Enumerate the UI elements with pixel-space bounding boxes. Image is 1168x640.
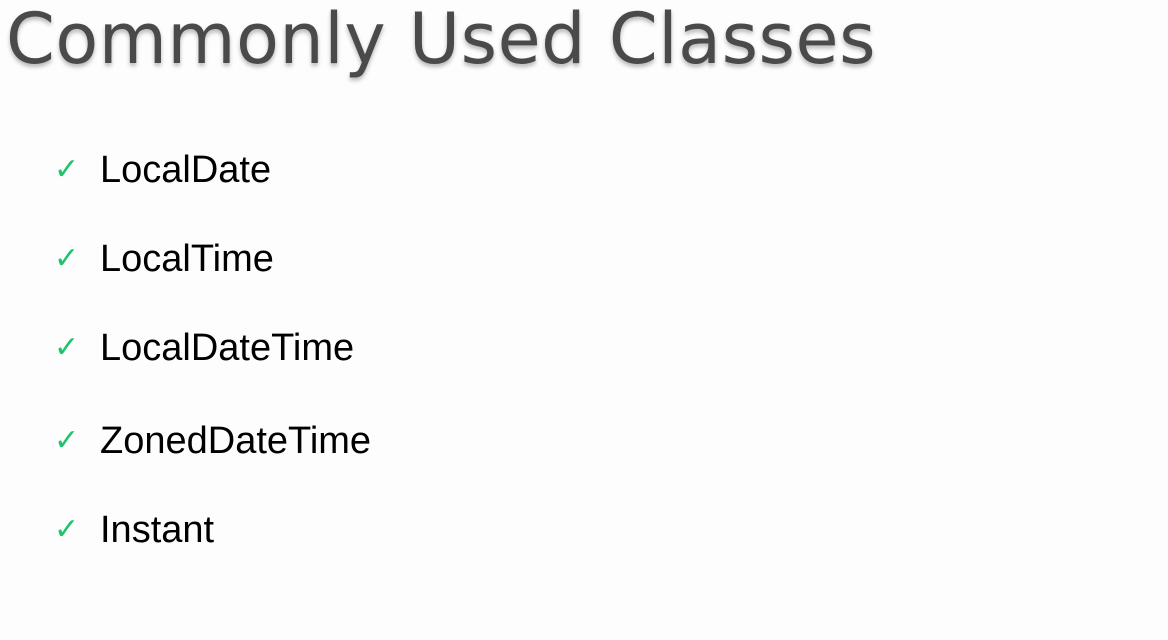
bullet-label: LocalDateTime — [100, 327, 355, 369]
check-icon: ✓ — [54, 330, 80, 365]
bullet-label: LocalDate — [100, 149, 272, 191]
list-item: ✓ Instant — [54, 506, 214, 554]
slide-title: Commonly Used Classes — [6, 0, 877, 80]
check-icon: ✓ — [54, 241, 80, 276]
list-item: ✓ LocalTime — [54, 235, 274, 283]
check-icon: ✓ — [54, 152, 80, 187]
bullet-label: LocalTime — [100, 238, 274, 280]
check-icon: ✓ — [54, 512, 80, 547]
list-item: ✓ LocalDate — [54, 146, 271, 194]
bullet-label: ZonedDateTime — [100, 420, 372, 462]
list-item: ✓ LocalDateTime — [54, 324, 354, 372]
list-item: ✓ ZonedDateTime — [54, 417, 371, 465]
check-icon: ✓ — [54, 423, 80, 458]
slide: Commonly Used Classes ✓ LocalDate ✓ Loca… — [0, 0, 1168, 640]
bullet-label: Instant — [100, 509, 215, 551]
